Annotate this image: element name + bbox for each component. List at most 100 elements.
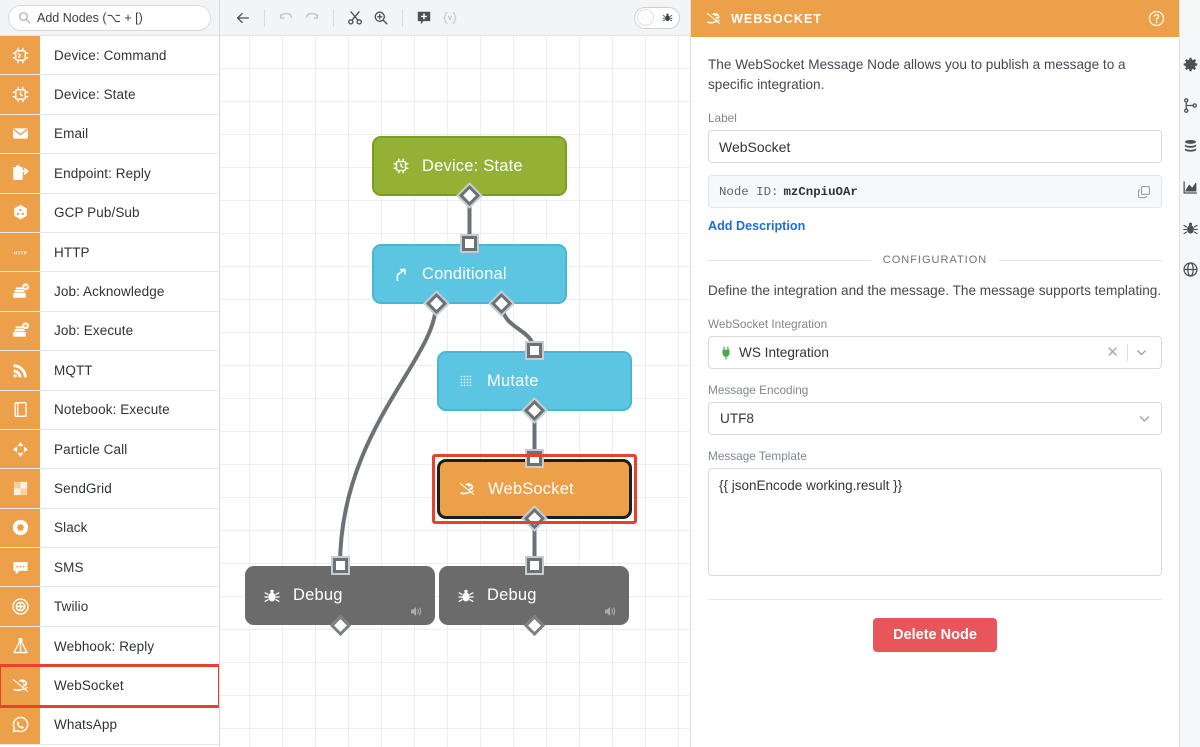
palette-item-endpoint-reply[interactable]: Endpoint: Reply	[0, 154, 219, 194]
http-icon: HTTP	[0, 232, 40, 272]
delete-button-wrap: Delete Node	[708, 618, 1162, 653]
palette-item-sendgrid[interactable]: SendGrid	[0, 469, 219, 509]
integration-select[interactable]: WS Integration ✕	[708, 336, 1162, 370]
message-template-label: Message Template	[708, 449, 807, 464]
configuration-description: Define the integration and the message. …	[708, 283, 1162, 299]
palette-item-label: Device: Command	[54, 47, 167, 63]
node-id-box: Node ID: mzCnpiuOAr	[708, 175, 1162, 209]
particle-icon	[0, 429, 40, 469]
magnifier-icon[interactable]	[368, 5, 394, 31]
node-input-port[interactable]	[527, 343, 542, 358]
label-field-input[interactable]	[708, 130, 1162, 164]
section-title: CONFIGURATION	[882, 254, 988, 267]
chevron-down-icon[interactable]	[1131, 412, 1151, 425]
app-icon-rail	[1179, 0, 1200, 747]
palette-item-sms[interactable]: SMS	[0, 548, 219, 588]
globe-icon[interactable]	[1180, 249, 1200, 290]
job-execute-icon	[0, 311, 40, 351]
add-description-link[interactable]: Add Description	[708, 219, 805, 233]
encoding-select[interactable]: UTF8	[708, 402, 1162, 436]
gear-icon[interactable]	[1180, 44, 1200, 85]
canvas-node-conditional[interactable]: Conditional	[372, 244, 567, 304]
palette-item-label: Job: Execute	[54, 323, 134, 339]
help-circle-icon[interactable]	[1148, 10, 1165, 27]
back-arrow-icon[interactable]	[230, 5, 256, 31]
redo-icon[interactable]	[299, 5, 325, 31]
speaker-icon	[603, 604, 618, 619]
panel-title: WEBSOCKET	[731, 11, 823, 26]
palette-item-label: SendGrid	[54, 480, 112, 496]
bug-icon[interactable]	[1180, 208, 1200, 249]
job-acknowledge-icon	[0, 272, 40, 311]
debug-toggle[interactable]	[634, 6, 680, 29]
node-input-port[interactable]	[527, 558, 542, 573]
palette-item-label: Webhook: Reply	[54, 638, 155, 654]
node-settings-panel: WEBSOCKET The WebSocket Message Node all…	[690, 0, 1179, 747]
panel-body: The WebSocket Message Node allows you to…	[691, 37, 1179, 747]
search-box[interactable]	[8, 4, 211, 31]
clear-x-icon[interactable]: ✕	[1098, 345, 1127, 360]
search-icon	[18, 11, 31, 24]
sms-icon	[0, 548, 40, 587]
node-label: WebSocket	[488, 479, 574, 498]
palette-item-job-execute[interactable]: Job: Execute	[0, 311, 219, 352]
websocket-icon	[458, 480, 476, 498]
search-input[interactable]	[37, 10, 201, 25]
panel-header: WEBSOCKET	[691, 0, 1179, 37]
sendgrid-icon	[0, 469, 40, 508]
palette-item-notebook-execute[interactable]: Notebook: Execute	[0, 390, 219, 430]
palette-item-twilio[interactable]: Twilio	[0, 587, 219, 627]
palette-item-label: Slack	[54, 520, 88, 536]
palette-item-job-acknowledge[interactable]: Job: Acknowledge	[0, 272, 219, 312]
palette-item-mqtt[interactable]: MQTT	[0, 351, 219, 391]
toolbar-divider-3	[402, 8, 403, 27]
copy-icon[interactable]	[1137, 185, 1151, 199]
divider-line-right	[999, 259, 1162, 261]
palette-item-label: HTTP	[54, 244, 90, 260]
palette-item-label: Email	[54, 126, 89, 142]
slack-icon	[0, 508, 40, 548]
flow-canvas-area: Device: State Conditional Mutate WebSock…	[220, 0, 690, 747]
message-template-textarea[interactable]	[708, 468, 1162, 577]
canvas-toolbar	[220, 0, 690, 36]
palette-item-label: WebSocket	[54, 677, 124, 693]
endpoint-reply-icon	[0, 154, 40, 193]
chart-icon[interactable]	[1180, 167, 1200, 208]
node-id-value: mzCnpiuOAr	[783, 184, 858, 199]
bug-icon	[662, 12, 673, 23]
bug-icon	[263, 587, 281, 605]
palette-item-particle-call[interactable]: Particle Call	[0, 429, 219, 470]
palette-item-device-state[interactable]: Device: State	[0, 75, 219, 115]
chevron-down-icon[interactable]	[1128, 346, 1155, 359]
encoding-value: UTF8	[720, 411, 754, 427]
palette-item-slack[interactable]: Slack	[0, 508, 219, 549]
configuration-section-divider: CONFIGURATION	[708, 254, 1162, 266]
palette-item-websocket[interactable]: WebSocket	[0, 664, 219, 708]
palette-item-label: SMS	[54, 559, 84, 575]
bug-icon	[457, 587, 475, 605]
search-bar	[0, 0, 219, 36]
websocket-icon	[0, 666, 40, 705]
undo-icon[interactable]	[273, 5, 299, 31]
node-input-port[interactable]	[333, 558, 348, 573]
palette-item-label: WhatsApp	[54, 717, 118, 733]
integration-value: WS Integration	[739, 345, 829, 361]
workflow-branch-icon[interactable]	[1180, 85, 1200, 126]
delete-node-button[interactable]: Delete Node	[873, 618, 997, 653]
node-input-port[interactable]	[527, 451, 542, 466]
palette-item-device-command[interactable]: Device: Command	[0, 36, 219, 76]
database-stack-icon[interactable]	[1180, 126, 1200, 167]
palette-item-label: Device: State	[54, 87, 136, 103]
label-field-label: Label	[708, 111, 737, 126]
palette-item-label: Notebook: Execute	[54, 402, 170, 418]
palette-item-email[interactable]: Email	[0, 114, 219, 155]
palette-item-whatsapp[interactable]: WhatsApp	[0, 705, 219, 746]
node-input-port[interactable]	[462, 236, 477, 251]
add-note-icon[interactable]	[411, 5, 437, 31]
palette-item-gcp-pub-sub[interactable]: GCP Pub/Sub	[0, 193, 219, 233]
palette-item-http[interactable]: HTTP HTTP	[0, 232, 219, 273]
scissors-icon[interactable]	[342, 5, 368, 31]
palette-item-webhook-reply[interactable]: Webhook: Reply	[0, 626, 219, 667]
template-braces-icon[interactable]	[437, 5, 463, 31]
mutate-icon	[457, 372, 475, 390]
